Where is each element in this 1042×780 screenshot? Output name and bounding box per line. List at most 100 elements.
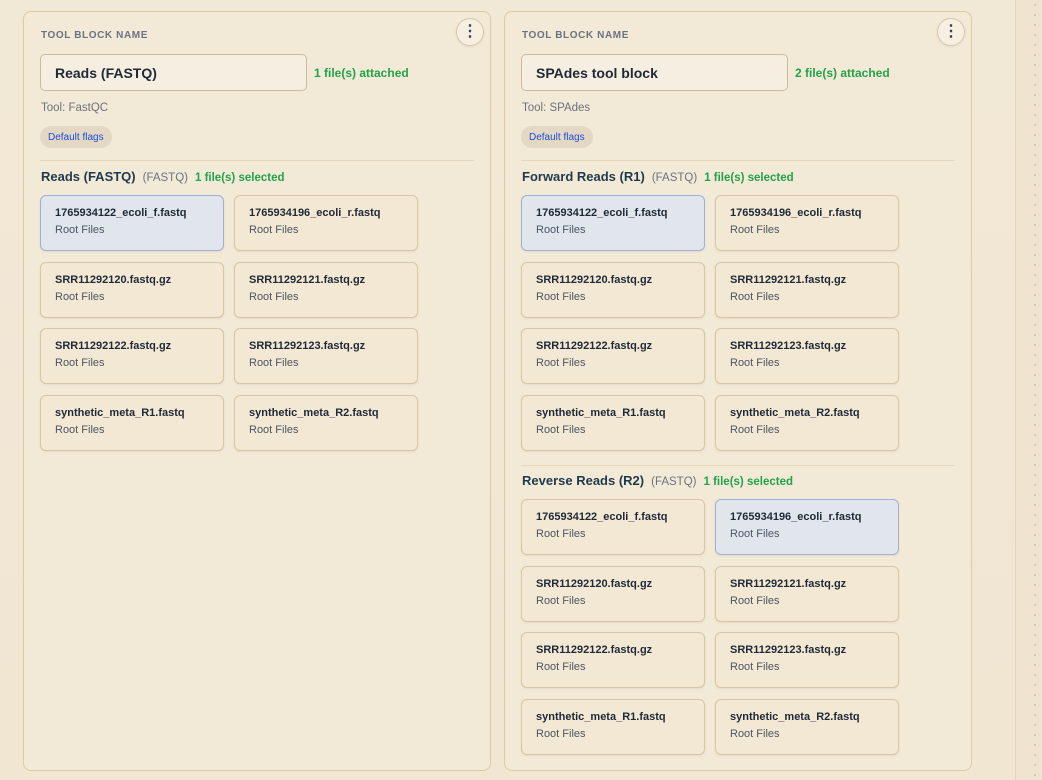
tool-block-spades: ⋮ TOOL BLOCK NAME 2 file(s) attached Too…: [504, 11, 972, 771]
section-header: Reverse Reads (R2) (FASTQ) 1 file(s) sel…: [522, 473, 793, 488]
file-card[interactable]: synthetic_meta_R2.fastq Root Files: [715, 698, 899, 755]
file-name: SRR11292122.fastq.gz: [536, 340, 653, 352]
more-vertical-icon[interactable]: ⋮: [456, 18, 484, 46]
file-name: 1765934122_ecoli_f.fastq: [536, 511, 668, 523]
workspace: ⋮ TOOL BLOCK NAME 1 file(s) attached Too…: [0, 0, 1015, 780]
file-name: SRR11292122.fastq.gz: [55, 340, 172, 352]
file-name: synthetic_meta_R1.fastq: [536, 710, 666, 723]
attached-count: 1 file(s) attached: [314, 66, 409, 80]
file-card[interactable]: SRR11292121.fastq.gz Root Files: [234, 261, 418, 318]
section-type: (FASTQ): [142, 172, 188, 184]
file-name: 1765934122_ecoli_f.fastq: [536, 207, 668, 219]
block-name-label: TOOL BLOCK NAME: [522, 30, 629, 41]
file-card[interactable]: synthetic_meta_R1.fastq Root Files: [521, 394, 705, 451]
default-flags-button[interactable]: Default flags: [40, 126, 112, 148]
file-name: 1765934196_ecoli_r.fastq: [730, 207, 862, 219]
file-location: Root Files: [249, 357, 299, 369]
file-card[interactable]: 1765934122_ecoli_f.fastq Root Files: [40, 195, 224, 251]
tool-block-fastqc: ⋮ TOOL BLOCK NAME 1 file(s) attached Too…: [23, 11, 491, 771]
file-location: Root Files: [536, 594, 586, 607]
file-location: Root Files: [536, 290, 586, 303]
file-location: Root Files: [249, 224, 299, 236]
file-name: SRR11292120.fastq.gz: [536, 577, 653, 590]
file-name: SRR11292121.fastq.gz: [730, 577, 847, 590]
file-location: Root Files: [249, 423, 299, 436]
file-card[interactable]: 1765934122_ecoli_f.fastq Root Files: [521, 499, 705, 555]
file-name: SRR11292123.fastq.gz: [249, 340, 366, 352]
file-name: synthetic_meta_R2.fastq: [730, 710, 860, 723]
file-name: SRR11292123.fastq.gz: [730, 340, 847, 352]
file-name: SRR11292121.fastq.gz: [730, 273, 847, 286]
file-name: SRR11292122.fastq.gz: [536, 644, 653, 656]
rail-dots: [1034, 0, 1036, 780]
file-location: Root Files: [536, 357, 586, 369]
more-vertical-icon[interactable]: ⋮: [937, 18, 965, 46]
file-card[interactable]: SRR11292123.fastq.gz Root Files: [715, 328, 899, 384]
file-card[interactable]: SRR11292123.fastq.gz Root Files: [234, 328, 418, 384]
file-name: SRR11292123.fastq.gz: [730, 644, 847, 656]
section-selected-count: 1 file(s) selected: [704, 172, 794, 184]
section-header: Forward Reads (R1) (FASTQ) 1 file(s) sel…: [522, 169, 794, 184]
file-location: Root Files: [730, 727, 780, 740]
divider: [521, 465, 955, 466]
file-grid: 1765934122_ecoli_f.fastq Root Files 176593…: [521, 195, 899, 451]
file-location: Root Files: [536, 528, 586, 540]
divider: [40, 160, 474, 161]
file-card[interactable]: SRR11292122.fastq.gz Root Files: [521, 328, 705, 384]
file-location: Root Files: [55, 357, 105, 369]
default-flags-button[interactable]: Default flags: [521, 126, 593, 148]
file-card[interactable]: synthetic_meta_R1.fastq Root Files: [521, 698, 705, 755]
file-card[interactable]: SRR11292120.fastq.gz Root Files: [40, 261, 224, 318]
tool-name: Tool: SPAdes: [522, 102, 591, 114]
file-card[interactable]: 1765934196_ecoli_r.fastq Root Files: [234, 195, 418, 251]
file-name: synthetic_meta_R2.fastq: [730, 406, 860, 419]
file-card[interactable]: 1765934122_ecoli_f.fastq Root Files: [521, 195, 705, 251]
file-name: SRR11292120.fastq.gz: [55, 273, 172, 286]
file-card[interactable]: SRR11292123.fastq.gz Root Files: [715, 632, 899, 688]
file-name: synthetic_meta_R1.fastq: [55, 406, 185, 419]
file-card[interactable]: SRR11292121.fastq.gz Root Files: [715, 565, 899, 622]
file-card[interactable]: SRR11292120.fastq.gz Root Files: [521, 565, 705, 622]
file-name: synthetic_meta_R2.fastq: [249, 406, 379, 419]
file-card[interactable]: synthetic_meta_R2.fastq Root Files: [234, 394, 418, 451]
file-name: synthetic_meta_R1.fastq: [536, 406, 666, 419]
file-name: 1765934196_ecoli_r.fastq: [730, 511, 862, 523]
file-location: Root Files: [730, 423, 780, 436]
section-type: (FASTQ): [651, 172, 698, 184]
file-location: Root Files: [536, 224, 586, 236]
right-rail: [1015, 0, 1042, 780]
file-name: SRR11292120.fastq.gz: [536, 273, 653, 286]
file-location: Root Files: [730, 528, 780, 540]
file-location: Root Files: [730, 594, 780, 607]
file-card[interactable]: synthetic_meta_R1.fastq Root Files: [40, 394, 224, 451]
file-location: Root Files: [55, 224, 105, 236]
block-name-input[interactable]: [40, 54, 307, 91]
file-location: Root Files: [730, 661, 780, 673]
file-card[interactable]: SRR11292122.fastq.gz Root Files: [40, 328, 224, 384]
section-selected-count: 1 file(s) selected: [195, 172, 285, 184]
file-card[interactable]: SRR11292122.fastq.gz Root Files: [521, 632, 705, 688]
file-name: 1765934122_ecoli_f.fastq: [55, 207, 187, 219]
block-name-label: TOOL BLOCK NAME: [41, 30, 148, 41]
divider: [521, 160, 955, 161]
file-card[interactable]: synthetic_meta_R2.fastq Root Files: [715, 394, 899, 451]
file-card[interactable]: SRR11292121.fastq.gz Root Files: [715, 261, 899, 318]
file-location: Root Files: [55, 290, 105, 303]
file-card[interactable]: SRR11292120.fastq.gz Root Files: [521, 261, 705, 318]
section-selected-count: 1 file(s) selected: [703, 476, 793, 488]
file-card[interactable]: 1765934196_ecoli_r.fastq Root Files: [715, 499, 899, 555]
block-name-input[interactable]: [521, 54, 788, 91]
section-header: Reads (FASTQ) (FASTQ) 1 file(s) selected: [41, 169, 284, 184]
file-name: 1765934196_ecoli_r.fastq: [249, 207, 381, 219]
attached-count: 2 file(s) attached: [795, 66, 890, 80]
file-location: Root Files: [730, 357, 780, 369]
section-title: Forward Reads (R1): [522, 169, 645, 184]
section-type: (FASTQ): [651, 476, 697, 488]
file-card[interactable]: 1765934196_ecoli_r.fastq Root Files: [715, 195, 899, 251]
file-location: Root Files: [536, 423, 586, 436]
file-location: Root Files: [536, 661, 586, 673]
file-name: SRR11292121.fastq.gz: [249, 273, 366, 286]
tool-name: Tool: FastQC: [41, 102, 109, 114]
section-title: Reverse Reads (R2): [522, 473, 645, 488]
file-grid: 1765934122_ecoli_f.fastq Root Files 176593…: [521, 499, 899, 755]
